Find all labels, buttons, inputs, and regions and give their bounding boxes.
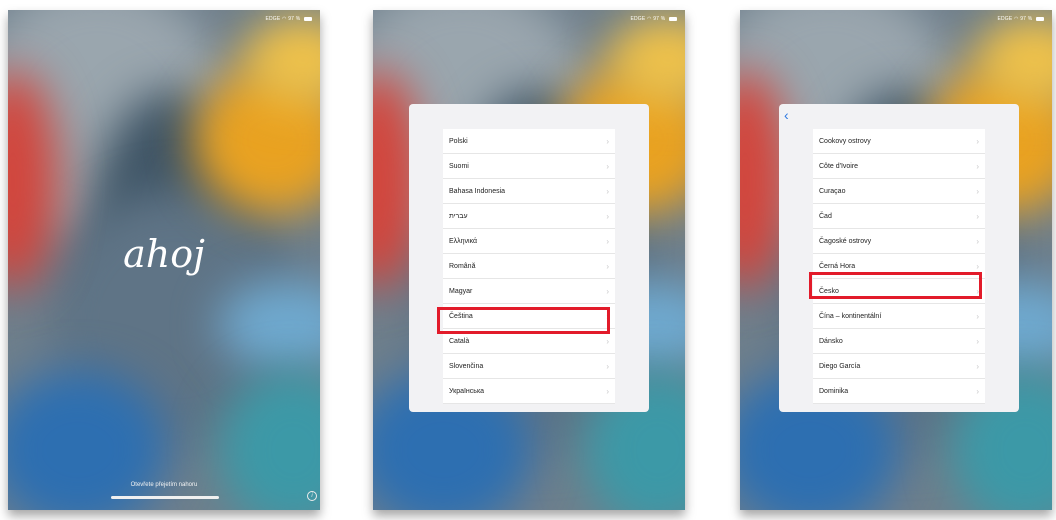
chevron-right-icon: › bbox=[976, 137, 979, 146]
language-label: עברית bbox=[449, 213, 468, 220]
region-row[interactable]: Dánsko › bbox=[813, 329, 985, 354]
battery-icon bbox=[304, 16, 312, 21]
chevron-right-icon: › bbox=[606, 212, 609, 221]
region-label: Dominika bbox=[819, 388, 849, 395]
region-label: Čína – kontinentální bbox=[819, 313, 882, 320]
back-chevron-icon[interactable]: ‹ bbox=[784, 108, 789, 122]
language-row[interactable]: Polski › bbox=[443, 129, 615, 154]
chevron-right-icon: › bbox=[606, 387, 609, 396]
region-card: ‹ Cookovy ostrovy › Côte d'Ivoire › Curaçao ›… bbox=[779, 104, 1019, 412]
language-row[interactable]: Magyar › bbox=[443, 279, 615, 304]
chevron-right-icon: › bbox=[606, 262, 609, 271]
chevron-right-icon: › bbox=[606, 362, 609, 371]
selection-highlight bbox=[437, 307, 610, 334]
region-label: Côte d'Ivoire bbox=[819, 163, 859, 170]
chevron-right-icon: › bbox=[606, 287, 609, 296]
chevron-right-icon: › bbox=[606, 137, 609, 146]
region-label: Dánsko bbox=[819, 338, 843, 345]
carrier-label: EDGE bbox=[630, 16, 646, 22]
wifi-icon: ◠ bbox=[282, 16, 287, 22]
region-screen-panel: EDGE ◠ 97 % ‹ Cookovy ostrovy › Côte d'Ivo… bbox=[740, 10, 1052, 510]
region-row[interactable]: Čína – kontinentální › bbox=[813, 304, 985, 329]
hello-screen-panel: EDGE ◠ 97 % ahoj Otevřete přejetím nahor… bbox=[8, 10, 320, 510]
language-row[interactable]: Ελληνικά › bbox=[443, 229, 615, 254]
region-row[interactable]: Cookovy ostrovy › bbox=[813, 129, 985, 154]
region-row[interactable]: Curaçao › bbox=[813, 179, 985, 204]
language-label: Magyar bbox=[449, 288, 473, 295]
region-label: Curaçao bbox=[819, 188, 846, 195]
chevron-right-icon: › bbox=[976, 362, 979, 371]
language-list: Polski › Suomi › Bahasa Indonesia › עברית › Ελλη… bbox=[443, 129, 615, 404]
chevron-right-icon: › bbox=[976, 312, 979, 321]
chevron-right-icon: › bbox=[976, 187, 979, 196]
language-label: Polski bbox=[449, 138, 468, 145]
language-label: Українська bbox=[449, 388, 485, 395]
language-row[interactable]: Suomi › bbox=[443, 154, 615, 179]
language-row[interactable]: Română › bbox=[443, 254, 615, 279]
language-card: Polski › Suomi › Bahasa Indonesia › עברית › Ελλη… bbox=[409, 104, 649, 412]
region-row[interactable]: Čagoské ostrovy › bbox=[813, 229, 985, 254]
language-row[interactable]: Slovenčina › bbox=[443, 354, 615, 379]
battery-label: 97 % bbox=[288, 16, 301, 22]
region-list: Cookovy ostrovy › Côte d'Ivoire › Curaçao › Ča… bbox=[813, 129, 985, 404]
status-bar: EDGE ◠ 97 % bbox=[997, 16, 1044, 22]
language-label: Română bbox=[449, 263, 476, 270]
battery-icon bbox=[1036, 16, 1044, 21]
battery-label: 97 % bbox=[1020, 16, 1033, 22]
language-label: Bahasa Indonesia bbox=[449, 188, 506, 195]
region-row[interactable]: Čad › bbox=[813, 204, 985, 229]
language-label: Català bbox=[449, 338, 470, 345]
home-indicator[interactable] bbox=[111, 496, 219, 499]
language-row[interactable]: Bahasa Indonesia › bbox=[443, 179, 615, 204]
language-label: Slovenčina bbox=[449, 363, 484, 370]
battery-icon bbox=[669, 16, 677, 21]
region-label: Diego García bbox=[819, 363, 861, 370]
greeting-text: ahoj bbox=[123, 232, 205, 276]
chevron-right-icon: › bbox=[976, 337, 979, 346]
chevron-right-icon: › bbox=[976, 237, 979, 246]
swipe-hint: Otevřete přejetím nahoru bbox=[130, 482, 198, 488]
region-row[interactable]: Côte d'Ivoire › bbox=[813, 154, 985, 179]
chevron-right-icon: › bbox=[976, 162, 979, 171]
language-screen-panel: EDGE ◠ 97 % Polski › Suomi › Bahasa Indonesi… bbox=[373, 10, 685, 510]
region-label: Čad bbox=[819, 213, 832, 220]
selection-highlight bbox=[809, 272, 982, 299]
region-label: Cookovy ostrovy bbox=[819, 138, 871, 145]
region-row[interactable]: Diego García › bbox=[813, 354, 985, 379]
language-row[interactable]: עברית › bbox=[443, 204, 615, 229]
carrier-label: EDGE bbox=[265, 16, 281, 22]
status-bar: EDGE ◠ 97 % bbox=[630, 16, 677, 22]
chevron-right-icon: › bbox=[976, 212, 979, 221]
chevron-right-icon: › bbox=[976, 387, 979, 396]
chevron-right-icon: › bbox=[606, 187, 609, 196]
battery-label: 97 % bbox=[653, 16, 666, 22]
language-row[interactable]: Українська › bbox=[443, 379, 615, 404]
info-icon[interactable]: i bbox=[307, 491, 317, 501]
region-label: Čagoské ostrovy bbox=[819, 238, 872, 245]
wifi-icon: ◠ bbox=[647, 16, 652, 22]
region-row[interactable]: Dominika › bbox=[813, 379, 985, 404]
chevron-right-icon: › bbox=[606, 162, 609, 171]
status-bar: EDGE ◠ 97 % bbox=[265, 16, 312, 22]
chevron-right-icon: › bbox=[606, 237, 609, 246]
language-label: Suomi bbox=[449, 163, 469, 170]
wifi-icon: ◠ bbox=[1014, 16, 1019, 22]
carrier-label: EDGE bbox=[997, 16, 1013, 22]
region-label: Černá Hora bbox=[819, 263, 856, 270]
language-label: Ελληνικά bbox=[449, 238, 478, 245]
